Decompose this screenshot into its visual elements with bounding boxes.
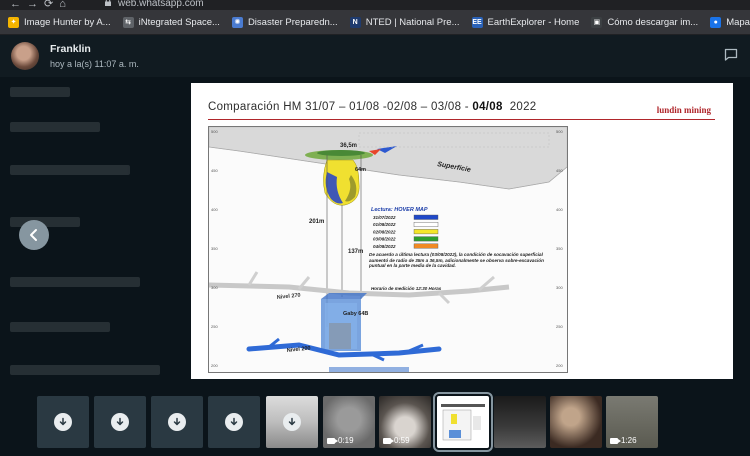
video-camera-icon [327, 437, 338, 444]
media-viewer-header: Franklin hoy a la(s) 11:07 a. m. [0, 35, 750, 77]
y-tick-label-right: 400 [556, 207, 563, 212]
bookmark-favicon-icon: N [349, 16, 361, 28]
media-thumbnail-download[interactable] [94, 396, 146, 448]
avatar[interactable] [11, 42, 39, 70]
download-icon [225, 413, 243, 431]
bookmark-label: Disaster Preparedn... [247, 16, 338, 28]
y-tick-label-right: 250 [556, 324, 563, 329]
label-cavity-width: 64m [355, 167, 366, 173]
legend-date: 04/08/2022 [373, 244, 396, 249]
bookmark-label: EarthExplorer - Home [487, 16, 580, 28]
label-level-200: Nivel 200 [287, 346, 311, 354]
media-thumbnail-download[interactable] [208, 396, 260, 448]
go-to-message-icon[interactable] [724, 48, 738, 61]
media-thumbnail-video[interactable]: 0:59 [379, 396, 431, 448]
legend-date: 02/08/2022 [373, 229, 396, 234]
video-camera-icon [383, 437, 394, 444]
label-gaby: Gaby 64B [343, 311, 368, 317]
chevron-left-icon [30, 229, 37, 241]
y-tick-label: 300 [211, 285, 218, 290]
url-bar[interactable]: web.whatsapp.com [118, 0, 204, 9]
bookmark-favicon-icon: ✦ [8, 16, 19, 28]
video-duration: 1:26 [610, 436, 637, 445]
lock-icon [105, 0, 111, 6]
bookmark-item[interactable]: ⇆ iNtegrated Space... [122, 16, 220, 28]
message-timestamp: hoy a la(s) 11:07 a. m. [50, 59, 139, 69]
y-tick-label-right: 200 [556, 363, 563, 368]
bookmark-item[interactable]: N NTED | National Pre... [349, 16, 460, 28]
label-depth-201: 201m [309, 219, 324, 225]
bookmark-label: Mapa Google - Coo... [726, 16, 750, 28]
measurement-time-note: Horario de medición 12:30 Horas [371, 286, 442, 291]
browser-toolbar: ←→⟳⌂ web.whatsapp.com [0, 0, 750, 10]
diagram-note: De acuerdo a última lectura (03/08/2022)… [369, 252, 544, 269]
bookmark-favicon-icon: ● [710, 16, 722, 28]
legend-title: Lectura: HOVER MAP [371, 207, 428, 213]
video-duration-text: 0:19 [338, 436, 354, 445]
y-tick-label-right: 350 [556, 246, 563, 251]
y-tick-label: 350 [211, 246, 218, 251]
y-tick-label: 400 [211, 207, 218, 212]
bookmark-favicon-icon: EE [471, 16, 483, 28]
media-thumbnail-current[interactable] [433, 392, 493, 452]
legend-swatch [413, 221, 439, 227]
y-tick-label-right: 300 [556, 285, 563, 290]
title-divider [208, 119, 715, 120]
bookmark-item[interactable]: EE EarthExplorer - Home [471, 16, 580, 28]
y-tick-label: 250 [211, 324, 218, 329]
label-top-radius: 36,5m [340, 143, 357, 149]
y-tick-label-right: 500 [556, 129, 563, 134]
label-level-270: Nivel 270 [277, 293, 301, 301]
bookmark-label: iNtegrated Space... [138, 16, 220, 28]
bookmark-label: Cómo descargar im... [607, 16, 699, 28]
bookmark-favicon-icon: ⇆ [122, 16, 134, 28]
download-icon [54, 413, 72, 431]
media-image: Comparación HM 31/07 – 01/08 -02/08 – 03… [191, 83, 733, 379]
legend-swatch [413, 229, 439, 235]
download-icon [283, 413, 301, 431]
bookmark-favicon-icon: ✺ [231, 16, 243, 28]
video-duration: 0:19 [327, 436, 354, 445]
bookmark-item[interactable]: ● Mapa Google - Coo... [710, 16, 750, 28]
y-tick-label: 450 [211, 168, 218, 173]
video-duration-text: 0:59 [394, 436, 410, 445]
video-camera-icon [610, 437, 621, 444]
bookmarks-bar: ✦ Image Hunter by A... ⇆ iNtegrated Space..… [0, 10, 750, 35]
download-icon [111, 413, 129, 431]
media-thumbnail-photo[interactable] [494, 396, 546, 448]
current-slide-preview [441, 404, 485, 441]
media-thumbnail-download[interactable] [151, 396, 203, 448]
slide-title: Comparación HM 31/07 – 01/08 -02/08 – 03… [208, 101, 537, 113]
legend-date: 31/07/2022 [373, 215, 396, 220]
media-thumbnail-video[interactable]: 0:19 [323, 396, 375, 448]
media-thumbnail-video[interactable]: 1:26 [606, 396, 658, 448]
label-depth-137: 137m [348, 249, 363, 255]
legend-swatch [413, 236, 439, 242]
bookmark-item[interactable]: ✦ Image Hunter by A... [8, 16, 111, 28]
sender-name: Franklin [50, 43, 91, 55]
cavity-diagram: 500 500 450 450 400 400 350 350 300 300 250 250 200 2… [208, 126, 568, 373]
media-thumbnail-download[interactable] [266, 396, 318, 448]
previous-media-button[interactable] [19, 220, 49, 250]
media-thumbnail-strip: 0:19 0:59 1:26 [0, 392, 750, 456]
download-icon [168, 413, 186, 431]
video-duration: 0:59 [383, 436, 410, 445]
bookmark-label: Image Hunter by A... [24, 16, 111, 28]
y-tick-label: 200 [211, 363, 218, 368]
media-thumbnail-download[interactable] [37, 396, 89, 448]
legend-swatch [413, 243, 439, 249]
bookmark-favicon-icon: ▣ [591, 16, 603, 28]
y-tick-label: 500 [211, 129, 218, 134]
bookmark-label: NTED | National Pre... [365, 16, 460, 28]
brand-logo: lundin mining [656, 105, 711, 115]
media-thumbnail-photo[interactable] [550, 396, 602, 448]
browser-nav-icons[interactable]: ←→⟳⌂ [10, 0, 72, 10]
legend-swatch [413, 214, 439, 220]
legend-date: 01/08/2022 [373, 222, 396, 227]
y-tick-label-right: 450 [556, 168, 563, 173]
bookmark-item[interactable]: ▣ Cómo descargar im... [591, 16, 699, 28]
video-duration-text: 1:26 [621, 436, 637, 445]
legend-date: 03/08/2022 [373, 237, 396, 242]
bookmark-item[interactable]: ✺ Disaster Preparedn... [231, 16, 338, 28]
